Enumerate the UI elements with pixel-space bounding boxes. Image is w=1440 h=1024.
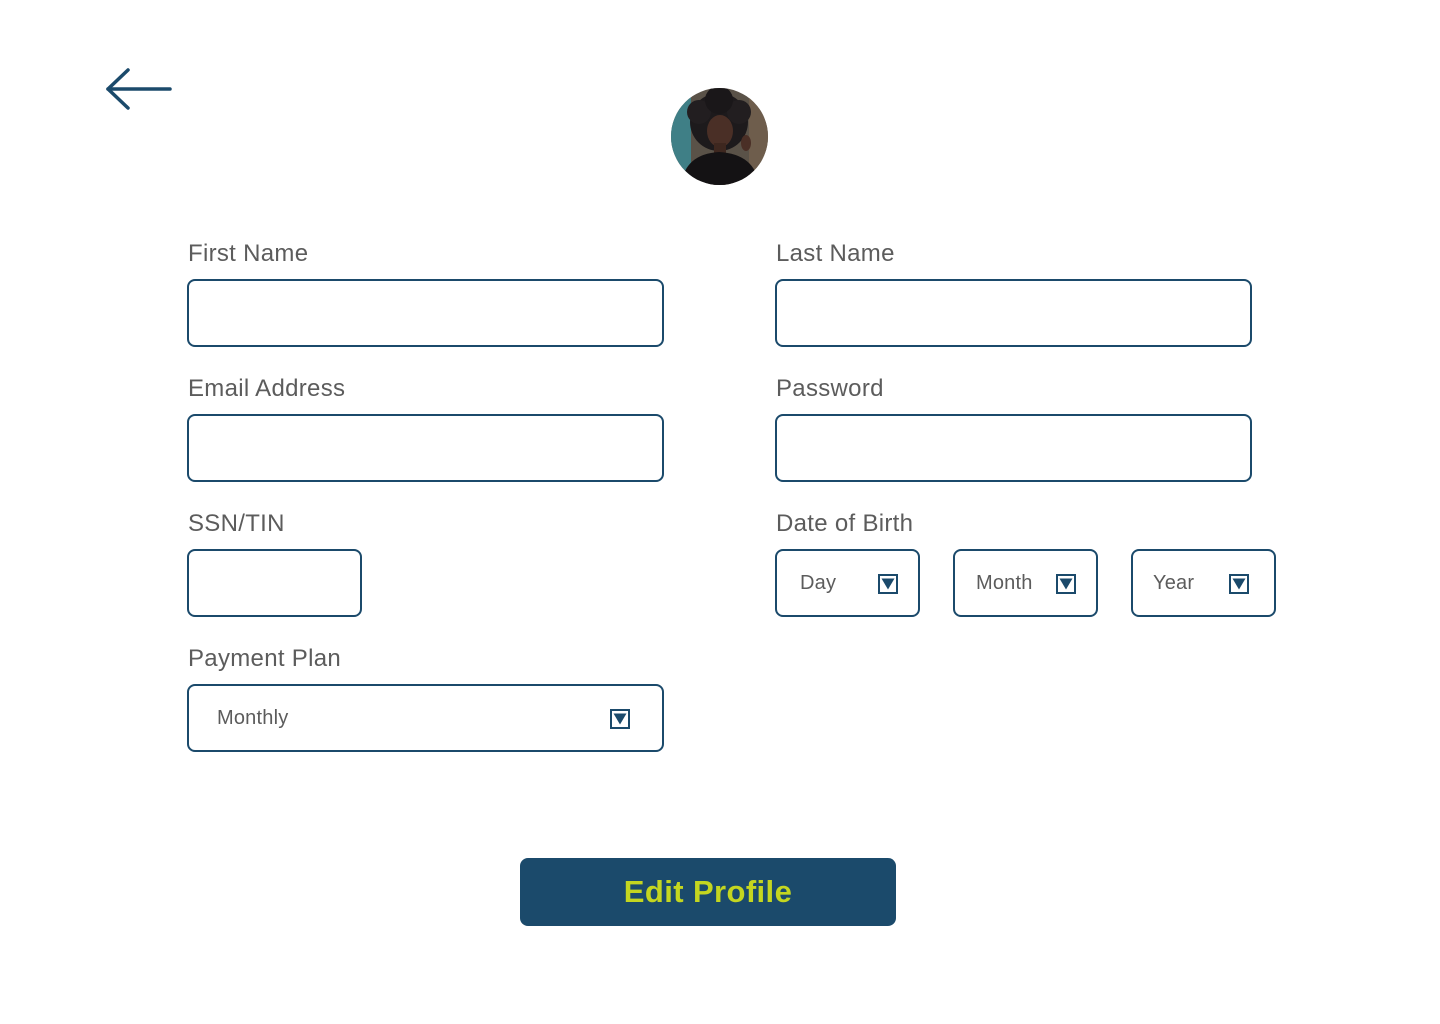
- first-name-input[interactable]: [187, 279, 664, 347]
- dropdown-arrow-icon: [1229, 574, 1249, 594]
- last-name-label: Last Name: [776, 240, 895, 267]
- ssn-label: SSN/TIN: [188, 510, 285, 537]
- payment-plan-select[interactable]: Monthly: [187, 684, 664, 752]
- user-avatar-photo: [671, 88, 768, 185]
- day-select-value: Day: [800, 571, 837, 594]
- edit-profile-button[interactable]: Edit Profile: [520, 858, 896, 926]
- edit-profile-page: First Name Last Name Email Address Passw…: [0, 0, 1440, 1024]
- last-name-input[interactable]: [775, 279, 1252, 347]
- month-select-value: Month: [976, 571, 1033, 594]
- password-input[interactable]: [775, 414, 1252, 482]
- ssn-input[interactable]: [187, 549, 362, 617]
- day-select[interactable]: Day: [775, 549, 920, 617]
- back-button[interactable]: [104, 66, 174, 112]
- dropdown-arrow-icon: [878, 574, 898, 594]
- month-select[interactable]: Month: [953, 549, 1098, 617]
- year-select-value: Year: [1153, 571, 1195, 594]
- year-select[interactable]: Year: [1131, 549, 1276, 617]
- email-input[interactable]: [187, 414, 664, 482]
- payment-plan-label: Payment Plan: [188, 645, 342, 672]
- first-name-label: First Name: [188, 240, 309, 267]
- email-label: Email Address: [188, 375, 346, 402]
- avatar[interactable]: [671, 88, 768, 185]
- dropdown-arrow-icon: [610, 709, 630, 729]
- payment-plan-select-value: Monthly: [217, 706, 289, 729]
- password-label: Password: [776, 375, 884, 402]
- arrow-left-icon: [106, 68, 172, 110]
- date-of-birth-label: Date of Birth: [776, 510, 914, 537]
- dropdown-arrow-icon: [1056, 574, 1076, 594]
